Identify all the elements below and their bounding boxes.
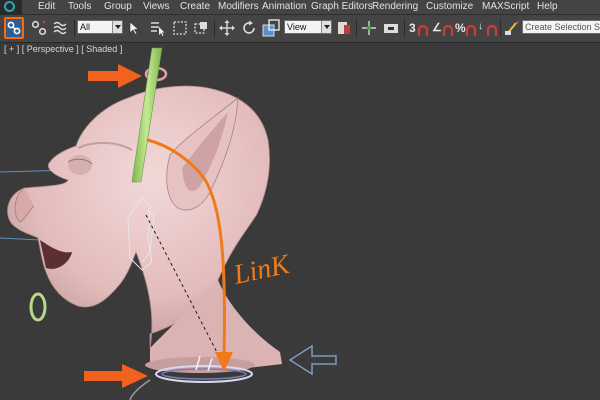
perspective-viewport[interactable]: [ + ] [ Perspective ] [ Shaded ] LinK xyxy=(0,43,600,400)
rectangular-region-icon xyxy=(173,21,187,35)
spinner-snap-toggle-button[interactable]: ↓ xyxy=(478,19,498,37)
unlink-icon xyxy=(31,20,47,36)
percent-snap-icon xyxy=(465,25,477,36)
select-and-rotate-button[interactable] xyxy=(240,19,258,37)
orange-pointer-arrow-bottom xyxy=(84,364,148,388)
spinner-snap-icon xyxy=(486,25,498,36)
blue-outline-arrow xyxy=(288,344,337,376)
menu-modifiers[interactable]: Modifiers xyxy=(218,1,259,13)
link-annotation-text: LinK xyxy=(230,249,294,291)
move-icon xyxy=(219,20,235,36)
snap-mode-label: 3 xyxy=(409,21,416,35)
menu-group[interactable]: Group xyxy=(104,1,132,13)
rectangular-region-button[interactable] xyxy=(171,19,189,37)
select-object-icon xyxy=(129,21,140,35)
scale-icon xyxy=(262,19,280,37)
angle-snap-icon xyxy=(442,25,454,36)
named-selection-sets-input[interactable]: Create Selection Se xyxy=(522,20,600,34)
app-logo-icon[interactable] xyxy=(0,0,22,16)
orange-pointer-arrow-top xyxy=(88,64,142,88)
select-object-button[interactable] xyxy=(126,19,144,37)
angle-snap-toggle-button[interactable]: ∠ xyxy=(432,19,454,37)
select-and-scale-button[interactable] xyxy=(262,19,280,37)
menu-customize[interactable]: Customize xyxy=(426,1,473,13)
select-by-name-button[interactable] xyxy=(148,19,166,37)
keyboard-shortcut-icon xyxy=(384,24,398,33)
coord-system-value: View xyxy=(287,22,307,32)
window-crossing-icon xyxy=(194,22,207,34)
selection-filter-value: All xyxy=(80,22,91,32)
window-crossing-button[interactable] xyxy=(192,19,210,37)
keyboard-shortcut-override-button[interactable] xyxy=(382,19,400,37)
earring-hoop[interactable] xyxy=(29,292,47,322)
manipulate-icon xyxy=(362,21,376,35)
menu-edit[interactable]: Edit xyxy=(38,1,55,13)
menu-tools[interactable]: Tools xyxy=(68,1,91,13)
menu-animation[interactable]: Animation xyxy=(262,1,306,13)
menu-graph-editors[interactable]: Graph Editors xyxy=(311,1,373,13)
unlink-button[interactable] xyxy=(30,19,48,37)
snap-icon xyxy=(417,25,429,36)
menu-views[interactable]: Views xyxy=(143,1,170,13)
bind-space-warp-icon xyxy=(53,21,67,35)
select-and-link-icon xyxy=(7,21,21,35)
selection-set-placeholder: Create Selection Se xyxy=(525,22,600,32)
menu-maxscript[interactable]: MAXScript xyxy=(482,1,529,13)
rotate-icon xyxy=(243,20,255,34)
chevron-down-icon xyxy=(321,21,331,33)
pivot-icon xyxy=(338,22,350,34)
cable-line xyxy=(129,379,151,400)
bind-space-warp-button[interactable] xyxy=(52,19,70,37)
select-by-name-icon xyxy=(151,22,165,36)
angle-snap-label: ∠ xyxy=(432,22,442,34)
chevron-down-icon xyxy=(112,21,122,33)
select-and-manipulate-button[interactable] xyxy=(360,19,378,37)
menu-help[interactable]: Help xyxy=(537,1,558,13)
selection-filter-dropdown[interactable]: All xyxy=(77,20,123,34)
spinner-snap-label: ↓ xyxy=(478,21,483,32)
select-and-move-button[interactable] xyxy=(218,19,236,37)
edit-named-selection-icon xyxy=(505,21,519,35)
menu-bar: Edit Tools Group Views Create Modifiers … xyxy=(0,0,600,16)
reference-coord-system-dropdown[interactable]: View xyxy=(284,20,332,34)
grid-line xyxy=(0,237,41,241)
menu-rendering[interactable]: Rendering xyxy=(372,1,418,13)
menu-create[interactable]: Create xyxy=(180,1,210,13)
percent-snap-toggle-button[interactable]: % xyxy=(455,19,477,37)
viewport-scene[interactable]: LinK xyxy=(0,43,600,400)
main-toolbar: All View 3 ∠ % ↓ Create Selection Se xyxy=(0,15,600,43)
use-pivot-center-button[interactable] xyxy=(335,19,353,37)
snap-toggle-button[interactable]: 3 xyxy=(407,19,429,37)
select-and-link-button[interactable] xyxy=(4,17,24,39)
edit-named-selection-sets-button[interactable] xyxy=(503,19,521,37)
